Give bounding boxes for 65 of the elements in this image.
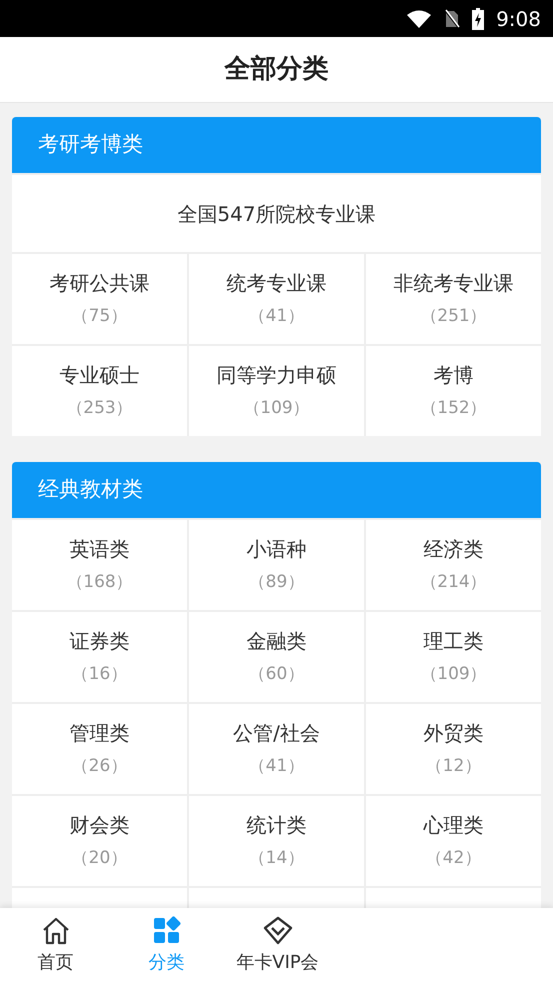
- item-count: （42）: [426, 847, 482, 870]
- category-name: 证券类: [70, 628, 130, 656]
- item-count: （60）: [248, 663, 304, 686]
- category-item[interactable]: 理工类 （109）: [366, 612, 541, 702]
- item-count: （109）: [243, 397, 310, 420]
- item-count: （26）: [72, 755, 128, 778]
- page-title: 全部分类: [224, 53, 328, 86]
- category-item[interactable]: 心理类 （42）: [366, 796, 541, 886]
- item-count: （168）: [66, 571, 133, 594]
- item-count: （41）: [248, 755, 304, 778]
- category-name: 经济类: [424, 536, 484, 564]
- category-item[interactable]: 统计类 （14）: [189, 796, 364, 886]
- item-count: （89）: [248, 571, 304, 594]
- category-name: 公管/社会: [233, 720, 320, 748]
- category-item[interactable]: 同等学力申硕 （109）: [189, 346, 364, 436]
- category-item[interactable]: 统考专业课 （41）: [189, 254, 364, 344]
- category-item[interactable]: 财会类 （20）: [12, 796, 187, 886]
- item-count: （16）: [72, 663, 128, 686]
- item-count: （20）: [72, 847, 128, 870]
- item-count: （41）: [248, 305, 304, 328]
- category-item[interactable]: 考博 （152）: [366, 346, 541, 436]
- item-count: （14）: [248, 847, 304, 870]
- item-count: （251）: [420, 305, 487, 328]
- category-name: 理工类: [424, 628, 484, 656]
- category-item[interactable]: 管理类 （26）: [12, 704, 187, 794]
- category-name: 心理类: [424, 812, 484, 840]
- diamond-icon: [262, 915, 294, 947]
- category-name: 考博: [434, 362, 474, 390]
- category-item[interactable]: 经济类 （214）: [366, 520, 541, 610]
- category-item[interactable]: 公管/社会 （41）: [189, 704, 364, 794]
- category-name: 管理类: [70, 720, 130, 748]
- category-item[interactable]: 非统考专业课 （251）: [366, 254, 541, 344]
- category-name: 非统考专业课: [394, 270, 514, 298]
- category-item[interactable]: 金融类 （60）: [189, 612, 364, 702]
- section-header: 经典教材类: [12, 462, 541, 518]
- category-name: 外贸类: [424, 720, 484, 748]
- item-count: （214）: [420, 571, 487, 594]
- category-name: 小语种: [246, 536, 306, 564]
- tab-item[interactable]: 年卡VIP会: [222, 908, 333, 983]
- category-item[interactable]: 证券类 （16）: [12, 612, 187, 702]
- status-time: 9:08: [496, 6, 541, 32]
- section-header: 考研考博类: [12, 117, 541, 173]
- no-sim-icon: [444, 8, 460, 28]
- category-name: 英语类: [70, 536, 130, 564]
- item-count: （109）: [420, 663, 487, 686]
- category-name: 同等学力申硕: [216, 362, 336, 390]
- battery-charging-icon: [472, 8, 484, 30]
- category-name: 统考专业课: [226, 270, 326, 298]
- category-name: 专业硕士: [60, 362, 140, 390]
- wifi-icon: [406, 8, 432, 28]
- category-item[interactable]: 考研公共课 （75）: [12, 254, 187, 344]
- item-count: （152）: [420, 397, 487, 420]
- category-name: 统计类: [246, 812, 306, 840]
- category-item[interactable]: 外贸类 （12）: [366, 704, 541, 794]
- item-count: （12）: [426, 755, 482, 778]
- category-item[interactable]: 英语类 （168）: [12, 520, 187, 610]
- category-item[interactable]: 专业硕士 （253）: [12, 346, 187, 436]
- category-name: 考研公共课: [50, 270, 150, 298]
- category-item[interactable]: 全国547所院校专业课: [12, 175, 541, 252]
- item-count: （75）: [72, 305, 128, 328]
- category-name: 金融类: [246, 628, 306, 656]
- category-name: 财会类: [70, 812, 130, 840]
- item-count: （253）: [66, 397, 133, 420]
- tab-item[interactable]: 首页: [0, 908, 111, 983]
- category-item[interactable]: 小语种 （89）: [189, 520, 364, 610]
